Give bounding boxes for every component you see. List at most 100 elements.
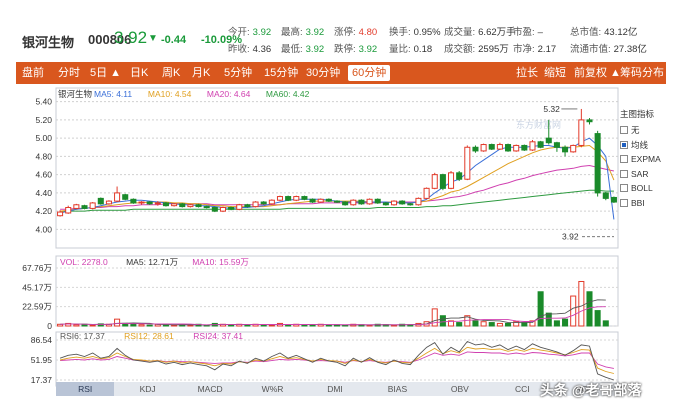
volume-bar xyxy=(594,310,601,327)
volume-bar xyxy=(366,324,373,327)
quote-label: 最低: xyxy=(281,44,303,55)
candle-body xyxy=(423,187,430,199)
quote-value: 3.92 xyxy=(305,44,325,55)
candle-body xyxy=(562,146,569,153)
volume-bar xyxy=(187,324,194,327)
rsi-tick-label: 51.95 xyxy=(31,355,53,365)
period-tab[interactable]: 周K xyxy=(162,62,180,84)
volume-bar xyxy=(602,320,609,327)
quote-value: – xyxy=(537,27,543,38)
stock-name: 银河生物 xyxy=(22,35,75,50)
quote-label: 今开: xyxy=(228,27,250,38)
chart-option-button[interactable]: 筹码分布 xyxy=(620,62,664,84)
candle-body xyxy=(350,199,357,206)
indicator-tab[interactable]: MACD xyxy=(181,382,239,396)
rsi-legend: RSI12: 28.61 xyxy=(124,331,174,341)
stock-header: 银河生物 000806 3.92 ▼ -0.44 -10.09% 今开: 3.92… xyxy=(16,14,666,60)
volume-bar xyxy=(171,324,178,327)
period-tab[interactable]: 30分钟 xyxy=(306,62,340,84)
indicator-tab[interactable]: RSI xyxy=(56,382,115,396)
candle-body xyxy=(610,196,617,203)
quote-value: 27.38亿 xyxy=(613,44,647,55)
candle-body xyxy=(537,141,544,148)
candle-body xyxy=(496,144,503,150)
quote-item: 涨停: 4.80 xyxy=(334,24,377,38)
checkbox-icon[interactable] xyxy=(620,198,628,207)
checkbox-icon[interactable] xyxy=(620,155,628,164)
candle-body xyxy=(448,172,455,189)
ma-legend: MA5: 4.11 xyxy=(94,89,132,99)
quote-label: 总市值: xyxy=(570,27,602,38)
stock-chart-svg[interactable]: 5.405.205.004.804.604.404.204.00银河生物 MA5:… xyxy=(0,84,676,413)
indicator-tab[interactable]: KDJ xyxy=(118,382,176,396)
candle-body xyxy=(252,201,259,208)
period-toolbar: 盘前 分时 5日 ▲ 日K 周K 月K 5分钟 15分钟 30分钟 60分钟 拉长 缩短 前复权 ▲ 筹码… xyxy=(16,62,666,84)
down-arrow-icon: ▼ xyxy=(148,33,158,44)
volume-bar xyxy=(488,322,495,327)
quote-value: 6.62万手 xyxy=(478,27,516,38)
candle-body xyxy=(219,207,226,212)
checkbox-icon[interactable] xyxy=(620,126,628,135)
price-tick-label: 4.60 xyxy=(35,170,52,180)
volume-legend: MA5: 12.71万 xyxy=(126,257,178,267)
indicator-option[interactable]: EXPMA xyxy=(620,152,672,167)
quote-label: 市盈: xyxy=(513,27,535,38)
period-tab[interactable]: 5分钟 xyxy=(224,62,252,84)
period-tab[interactable]: 月K xyxy=(192,62,210,84)
candle-body xyxy=(513,144,520,152)
volume-bar xyxy=(325,324,332,327)
checkbox-icon[interactable] xyxy=(620,140,628,149)
candle-body xyxy=(293,196,300,201)
ma-legend: MA20: 4.64 xyxy=(207,89,251,99)
chart-option-button[interactable]: 前复权 ▲ xyxy=(574,62,621,84)
candle-body xyxy=(73,204,80,209)
period-tab[interactable]: 盘前 xyxy=(22,62,44,84)
quote-value: 3.92 xyxy=(358,44,378,55)
indicator-option[interactable]: 无 xyxy=(620,123,672,138)
indicator-option[interactable]: SAR xyxy=(620,167,672,182)
candle-body xyxy=(333,200,341,203)
volume-bar xyxy=(89,324,96,327)
indicator-tab[interactable]: W%R xyxy=(243,382,301,396)
indicator-option-label: BBI xyxy=(631,197,645,208)
indicator-option[interactable]: BOLL xyxy=(620,181,672,196)
candle-body xyxy=(317,198,324,203)
quote-item: 昨收: 4.36 xyxy=(228,41,271,55)
period-tab[interactable]: 日K xyxy=(130,62,148,84)
indicator-panel: 主图指标 无均线 EXPMA SAR BOLL BBI xyxy=(620,108,672,210)
price-tick-label: 4.80 xyxy=(35,151,52,161)
quote-value: 0.18 xyxy=(413,44,433,55)
candle-body xyxy=(431,174,438,189)
indicator-option[interactable]: BBI xyxy=(620,196,672,211)
quote-value: 3.92 xyxy=(252,27,272,38)
checkbox-icon[interactable] xyxy=(620,169,628,178)
checkbox-icon[interactable] xyxy=(620,184,628,193)
indicator-option-label: EXPMA xyxy=(631,154,661,165)
period-tab[interactable]: 15分钟 xyxy=(264,62,298,84)
chart-option-button[interactable]: 缩短 xyxy=(544,62,566,84)
chart-option-button[interactable]: 拉长 xyxy=(516,62,538,84)
candle-body xyxy=(382,202,389,206)
indicator-tab[interactable]: BIAS xyxy=(368,382,426,396)
quote-item: 跌停: 3.92 xyxy=(334,41,377,55)
indicator-option[interactable]: 均线 xyxy=(620,138,672,153)
indicator-tab[interactable]: DMI xyxy=(306,382,364,396)
period-tab[interactable]: 60分钟 xyxy=(348,65,391,81)
candle-body xyxy=(89,202,96,209)
volume-bar xyxy=(562,318,569,327)
candle-body xyxy=(480,144,487,152)
candle-body xyxy=(309,198,316,203)
rsi-tick-label: 86.54 xyxy=(31,335,53,345)
quote-label: 成交额: xyxy=(444,44,476,55)
indicator-option-label: 无 xyxy=(631,125,640,136)
chart-area: 5.40 5.20 5.00 4.80 4.60 4.40 4.20 4.00 银河生物 MA5:… xyxy=(0,84,676,413)
candle-body xyxy=(57,211,64,217)
quote-label: 跌停: xyxy=(334,44,356,55)
candle-body xyxy=(146,201,153,205)
candle-body xyxy=(154,202,161,205)
period-tab[interactable]: 分时 xyxy=(58,62,80,84)
indicator-tab[interactable]: OBV xyxy=(431,382,489,396)
period-tab[interactable]: 5日 ▲ xyxy=(90,62,121,84)
indicator-option-label: 均线 xyxy=(631,139,649,150)
candle-body xyxy=(342,201,349,206)
